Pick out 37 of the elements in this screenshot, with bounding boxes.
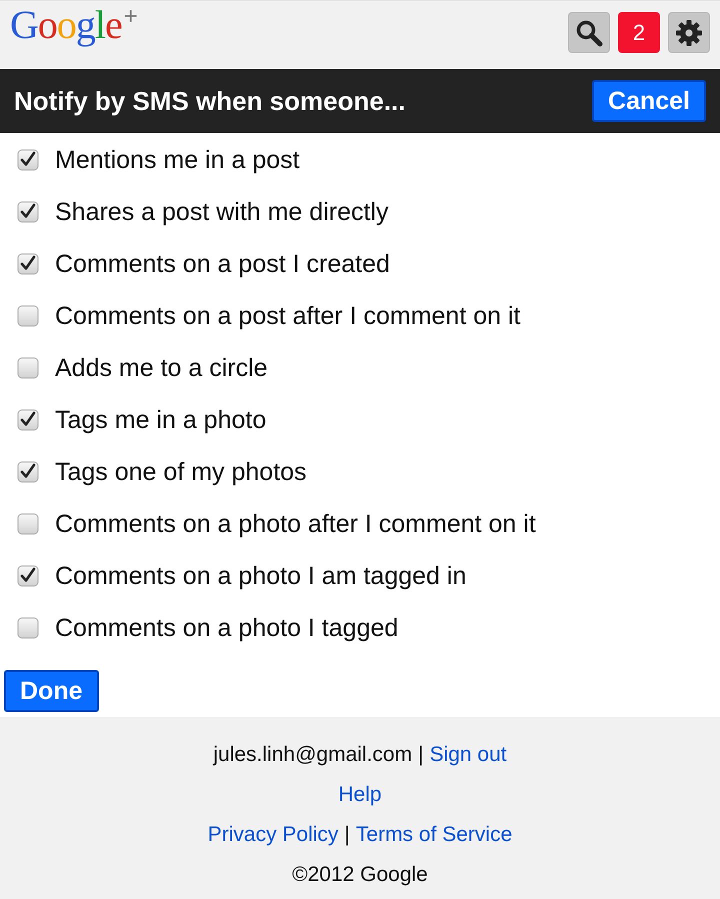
footer-text: ©2012 Google xyxy=(292,863,428,887)
option-label: Tags one of my photos xyxy=(55,458,307,486)
option-label: Mentions me in a post xyxy=(55,146,300,174)
option-label: Comments on a post I created xyxy=(55,250,390,278)
search-icon xyxy=(575,18,603,46)
separator-text: | xyxy=(418,743,424,767)
checked-checkbox[interactable] xyxy=(17,201,39,223)
option-label: Comments on a photo I tagged xyxy=(55,614,398,642)
settings-icon xyxy=(675,18,703,46)
checked-checkbox[interactable] xyxy=(17,253,39,275)
footer-link[interactable]: Sign out xyxy=(430,743,507,767)
checked-checkbox[interactable] xyxy=(17,461,39,483)
option-label: Comments on a post after I comment on it xyxy=(55,302,520,330)
checked-checkbox[interactable] xyxy=(17,149,39,171)
option-label: Comments on a photo I am tagged in xyxy=(55,562,466,590)
unchecked-checkbox[interactable] xyxy=(17,305,39,327)
option-label: Comments on a photo after I comment on it xyxy=(55,510,536,538)
done-button[interactable]: Done xyxy=(4,670,98,712)
unchecked-checkbox[interactable] xyxy=(17,617,39,639)
footer-link[interactable]: Help xyxy=(338,783,382,807)
cancel-button[interactable]: Cancel xyxy=(592,80,706,122)
footer-link[interactable]: Privacy Policy xyxy=(208,823,338,847)
unchecked-checkbox[interactable] xyxy=(17,513,39,535)
unchecked-checkbox[interactable] xyxy=(17,357,39,379)
search-button[interactable] xyxy=(568,12,610,53)
separator-text: | xyxy=(344,823,350,847)
footer-link[interactable]: Terms of Service xyxy=(356,823,512,847)
option-label: Tags me in a photo xyxy=(55,406,266,434)
dialog-title: Notify by SMS when someone... xyxy=(14,86,406,116)
checked-checkbox[interactable] xyxy=(17,565,39,587)
settings-button[interactable] xyxy=(668,12,710,53)
notification-count-button[interactable]: 2 xyxy=(618,12,660,53)
option-label: Adds me to a circle xyxy=(55,354,268,382)
google-plus-logo: Google$^{+}$ xyxy=(10,3,137,47)
footer-text: jules.linh@gmail.com xyxy=(213,743,412,767)
option-label: Shares a post with me directly xyxy=(55,198,388,226)
checked-checkbox[interactable] xyxy=(17,409,39,431)
